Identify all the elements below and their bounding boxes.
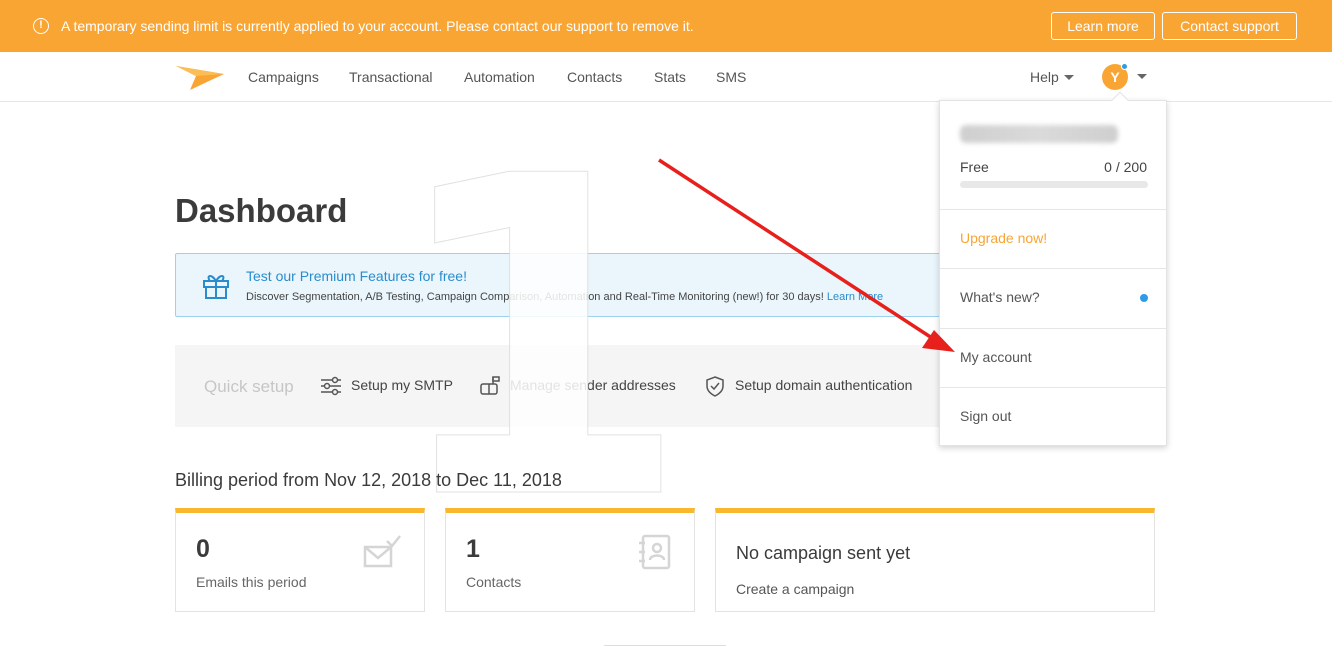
nav-sms[interactable]: SMS <box>716 69 746 85</box>
sign-out-link[interactable]: Sign out <box>960 408 1011 424</box>
nav-transactional[interactable]: Transactional <box>349 69 433 85</box>
setup-domain-authentication-link[interactable]: Setup domain authentication <box>735 377 912 393</box>
contact-support-button[interactable]: Contact support <box>1162 12 1297 40</box>
no-campaign-title: No campaign sent yet <box>736 543 911 563</box>
campaign-card: No campaign sent yet Create a campaign <box>715 508 1155 612</box>
envelope-check-icon <box>363 535 401 568</box>
learn-more-button[interactable]: Learn more <box>1051 12 1155 40</box>
paper-plane-logo-icon[interactable] <box>176 64 224 90</box>
nav-automation[interactable]: Automation <box>464 69 535 85</box>
notification-dot <box>1121 63 1128 70</box>
step-number-annotation: 1 <box>384 84 692 596</box>
quota-progress-bar <box>960 181 1148 188</box>
whats-new-link[interactable]: What's new? <box>960 289 1040 305</box>
exclamation-circle-icon: ! <box>33 18 49 34</box>
chevron-down-icon[interactable] <box>1137 74 1147 79</box>
gift-icon <box>203 275 229 299</box>
quick-setup-label: Quick setup <box>204 377 294 396</box>
account-name-blurred <box>960 125 1118 143</box>
billing-period-heading: Billing period from Nov 12, 2018 to Dec … <box>175 470 562 490</box>
nav-campaigns[interactable]: Campaigns <box>248 69 319 85</box>
plan-quota: 0 / 200 <box>1104 159 1147 175</box>
contacts-count: 1 <box>466 535 480 563</box>
nav-stats[interactable]: Stats <box>654 69 686 85</box>
help-menu[interactable]: Help <box>1030 69 1074 85</box>
emails-stat-card: 0 Emails this period <box>175 508 425 612</box>
dropdown-divider <box>940 209 1166 210</box>
shield-check-icon <box>706 376 724 397</box>
sliders-icon <box>321 376 341 396</box>
address-book-icon <box>639 534 671 570</box>
chevron-down-icon <box>1063 75 1074 80</box>
emails-label: Emails this period <box>196 574 307 590</box>
dropdown-divider <box>940 268 1166 269</box>
premium-learn-more-link[interactable]: Learn More <box>827 291 883 303</box>
dropdown-divider <box>940 328 1166 329</box>
divider <box>604 645 726 646</box>
upgrade-now-link[interactable]: Upgrade now! <box>960 230 1047 246</box>
contacts-label: Contacts <box>466 574 522 590</box>
plan-name: Free <box>960 159 989 175</box>
my-account-link[interactable]: My account <box>960 349 1032 365</box>
account-dropdown: Free 0 / 200 Upgrade now! What's new? My… <box>939 100 1167 446</box>
alert-message: A temporary sending limit is currently a… <box>61 18 694 34</box>
nav-contacts[interactable]: Contacts <box>567 69 622 85</box>
help-label: Help <box>1030 69 1059 85</box>
alert-banner: ! A temporary sending limit is currently… <box>0 0 1332 52</box>
create-campaign-link[interactable]: Create a campaign <box>736 581 854 597</box>
contacts-stat-card: 1 Contacts <box>445 508 695 612</box>
page-title: Dashboard <box>175 192 348 229</box>
dropdown-divider <box>940 387 1166 388</box>
new-indicator-dot <box>1140 294 1148 302</box>
emails-count: 0 <box>196 535 210 563</box>
